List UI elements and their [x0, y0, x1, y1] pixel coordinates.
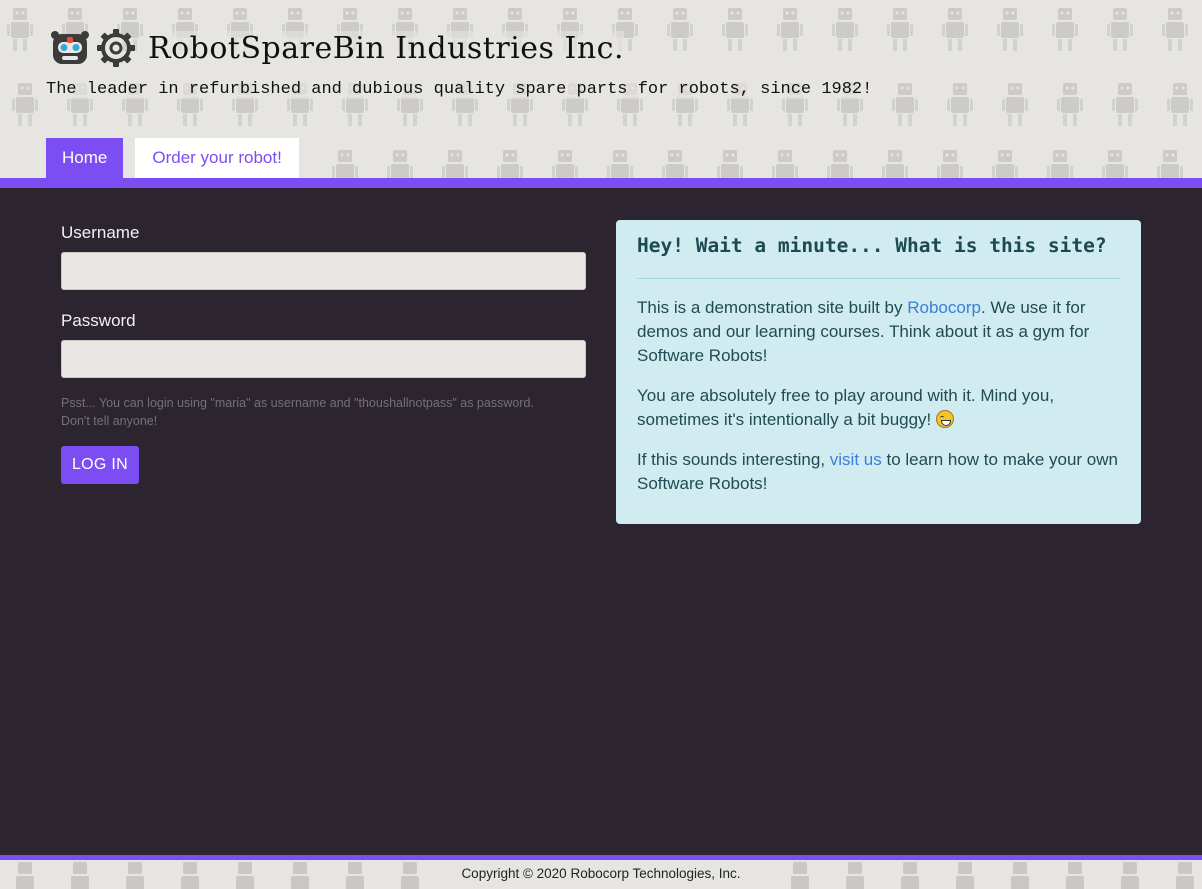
- info-paragraph-2: You are absolutely free to play around w…: [637, 384, 1120, 432]
- visit-us-link[interactable]: visit us: [830, 450, 882, 469]
- info-card-divider: [637, 278, 1120, 279]
- info-card-title: Hey! Wait a minute... What is this site?: [637, 234, 1107, 257]
- site-footer: Copyright © 2020 Robocorp Technologies, …: [0, 860, 1202, 889]
- info-p3-text: If this sounds interesting,: [637, 450, 830, 469]
- tab-home[interactable]: Home: [46, 138, 124, 178]
- login-form: Username Password Psst... You can login …: [61, 222, 586, 484]
- tab-order-your-robot[interactable]: Order your robot!: [135, 138, 299, 178]
- main-nav: Home Order your robot!: [46, 138, 299, 178]
- info-p1-text: This is a demonstration site built by: [637, 298, 908, 317]
- info-paragraph-3: If this sounds interesting, visit us to …: [637, 448, 1120, 496]
- robot-face-icon: [51, 31, 89, 64]
- username-label: Username: [61, 223, 140, 242]
- brand[interactable]: RobotSpareBin Industries Inc.: [50, 26, 624, 70]
- robocorp-link[interactable]: Robocorp: [907, 298, 981, 317]
- header-divider: [0, 178, 1202, 188]
- info-p2-text: You are absolutely free to play around w…: [637, 386, 1055, 429]
- password-label: Password: [61, 311, 136, 330]
- site-header: RobotSpareBin Industries Inc. The leader…: [0, 0, 1202, 178]
- copyright-text: Copyright © 2020 Robocorp Technologies, …: [461, 866, 741, 881]
- site-title[interactable]: RobotSpareBin Industries Inc.: [148, 30, 624, 66]
- info-card: Hey! Wait a minute... What is this site?…: [616, 220, 1141, 524]
- login-button[interactable]: LOG IN: [61, 446, 139, 484]
- gear-icon: [97, 29, 135, 67]
- username-input[interactable]: [61, 252, 586, 290]
- password-input[interactable]: [61, 340, 586, 378]
- grinning-sweat-emoji-icon: [936, 410, 955, 428]
- info-paragraph-1: This is a demonstration site built by Ro…: [637, 296, 1120, 368]
- login-hint: Psst... You can login using "maria" as u…: [61, 396, 534, 428]
- site-tagline: The leader in refurbished and dubious qu…: [46, 80, 873, 99]
